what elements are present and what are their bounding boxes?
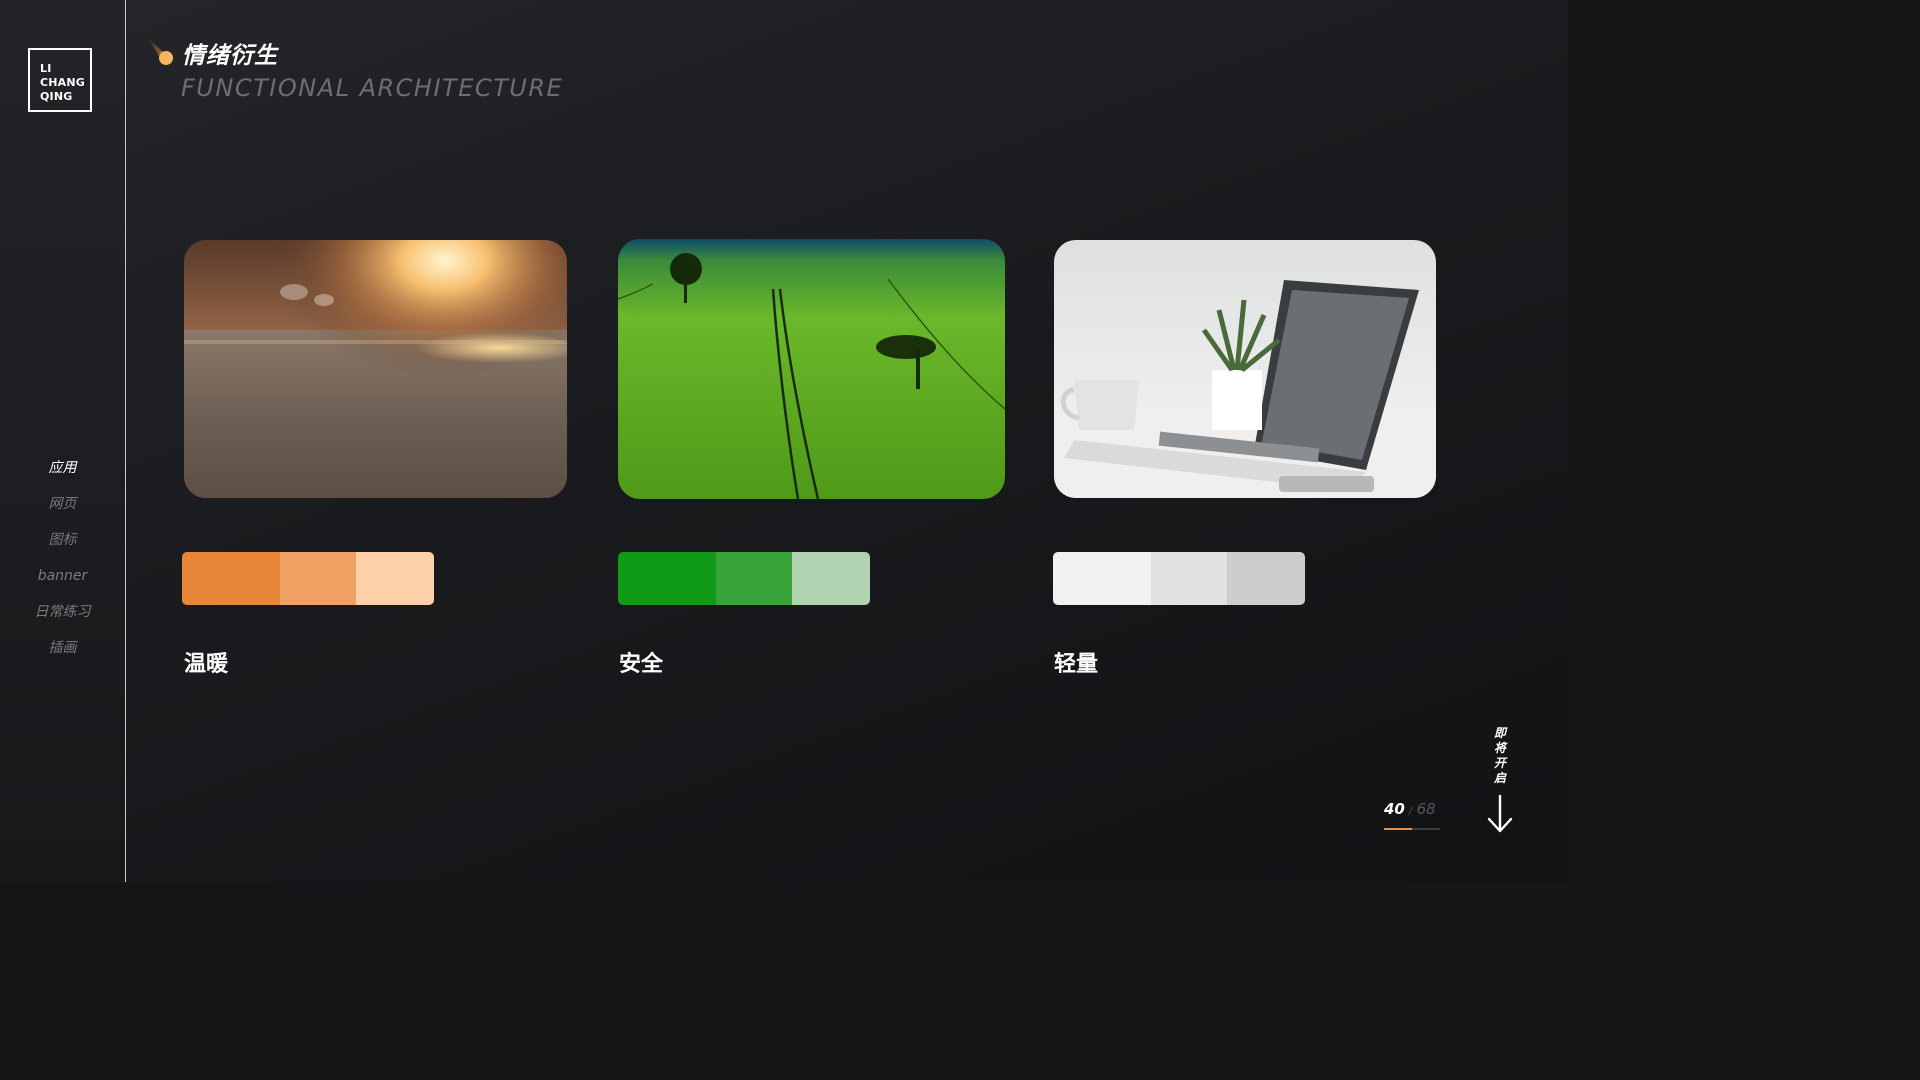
coming-soon-char: 开 [1493,756,1506,770]
page: LI CHANG QING 应用 网页 图标 banner 日常练习 插画 情绪… [0,0,1568,882]
page-subtitle: FUNCTIONAL ARCHITECTURE [181,74,564,102]
swatch-light-3 [1226,552,1305,605]
total-pages: 68 [1416,800,1436,818]
page-indicator: 40/68 [1384,800,1444,818]
emotion-label-light: 轻量 [1054,652,1099,677]
logo-line-2: CHANG [40,76,86,89]
logo-line-1: LI [40,62,52,75]
color-palette-light [1053,552,1305,605]
page-progress-fill [1384,828,1412,830]
logo-line-3: QING [40,90,73,103]
coming-soon-char: 即 [1493,726,1506,740]
page-title: 情绪衍生 [182,43,278,69]
laptop-desk-plant-photo [1054,240,1436,498]
swatch-warm-3 [355,552,434,605]
color-palette-warm [182,552,434,605]
emotion-label-safe: 安全 [619,652,664,677]
color-palette-safe [618,552,870,605]
swatch-warm-1 [182,552,281,605]
arrow-down-icon[interactable] [1487,794,1513,834]
sidebar-item-illustration[interactable]: 插画 [0,636,125,672]
sidebar-item-icons[interactable]: 图标 [0,528,125,564]
coming-soon-char: 启 [1493,771,1506,785]
swatch-light-2 [1151,552,1227,605]
swatch-safe-3 [791,552,870,605]
logo[interactable]: LI CHANG QING [28,48,92,112]
comet-dot-icon [148,38,173,65]
sidebar: LI CHANG QING 应用 网页 图标 banner 日常练习 插画 [0,0,126,882]
sunset-road-photo [184,240,567,498]
swatch-light-1 [1053,552,1152,605]
coming-soon-text: 即 将 开 启 [1490,726,1510,786]
sidebar-nav: 应用 网页 图标 banner 日常练习 插画 [0,456,125,672]
green-field-trees-photo [618,239,1005,499]
sidebar-item-apps[interactable]: 应用 [0,456,125,492]
current-page: 40 [1384,800,1405,818]
emotion-label-warm: 温暖 [184,652,229,677]
sidebar-item-banner[interactable]: banner [0,564,125,600]
page-separator: / [1408,804,1413,817]
coming-soon-char: 将 [1493,741,1506,755]
page-progress-bar [1384,828,1440,830]
swatch-safe-1 [618,552,717,605]
swatch-safe-2 [716,552,792,605]
sidebar-item-daily-practice[interactable]: 日常练习 [0,600,125,636]
sidebar-item-web[interactable]: 网页 [0,492,125,528]
swatch-warm-2 [280,552,356,605]
